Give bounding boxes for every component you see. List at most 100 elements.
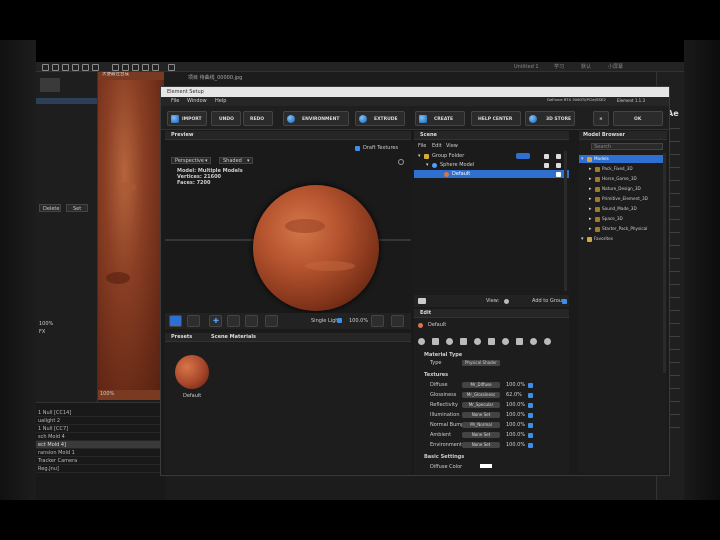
drop-tab-icon[interactable] xyxy=(502,338,509,345)
project-fx[interactable]: FX xyxy=(39,330,45,335)
uv-tab-icon[interactable] xyxy=(446,338,453,345)
add-to-group-label[interactable]: Add to Group xyxy=(532,299,565,304)
texture-row[interactable]: Environment None Set 100.0% xyxy=(414,441,564,449)
material-swatch[interactable] xyxy=(175,355,209,389)
add-to-group-checkbox[interactable] xyxy=(562,298,567,304)
help-center-button[interactable]: HELP CENTER xyxy=(471,111,521,126)
redo-button[interactable]: REDO xyxy=(243,111,273,126)
texture-enabled-checkbox[interactable] xyxy=(528,412,533,418)
environment-button[interactable]: ENVIRONMENT xyxy=(283,111,349,126)
model-tree-item[interactable]: ▸ Sound_Made_3D xyxy=(579,205,663,213)
model-tree-item[interactable]: ▾ Models xyxy=(579,155,663,163)
brush-tool-icon[interactable] xyxy=(132,63,139,71)
workspace-default[interactable]: 默认 xyxy=(581,65,591,70)
texture-enabled-checkbox[interactable] xyxy=(528,402,533,408)
stamp-tool-icon[interactable] xyxy=(142,63,149,71)
scene-menu-view[interactable]: View xyxy=(446,144,458,149)
delete-button[interactable]: Delete xyxy=(39,204,61,212)
selection-tool-icon[interactable] xyxy=(42,63,49,71)
close-button[interactable]: × xyxy=(593,111,609,126)
scene-menu-file[interactable]: File xyxy=(418,144,426,149)
ok-button[interactable]: OK xyxy=(613,111,663,126)
lock-icon[interactable] xyxy=(556,153,561,159)
texture-map-slot[interactable]: None Set xyxy=(462,442,500,448)
draft-textures-checkbox[interactable] xyxy=(355,146,360,151)
render-icon[interactable] xyxy=(391,315,404,327)
texture-map-slot[interactable]: None Set xyxy=(462,432,500,438)
reset-view-icon[interactable] xyxy=(398,159,404,165)
type-dropdown[interactable]: Physical Shader xyxy=(462,360,500,366)
textures-section[interactable]: Textures xyxy=(424,373,448,378)
texture-row[interactable]: Diffuse Mr_Diffuse 100.0% xyxy=(414,381,564,389)
model-tree-item[interactable]: ▸ Primitive_Element_3D xyxy=(579,195,663,203)
set-button[interactable]: Set xyxy=(66,204,88,212)
workspace-small[interactable]: 小屏幕 xyxy=(608,65,623,70)
view-toggle-icon[interactable] xyxy=(504,298,509,304)
window-titlebar[interactable]: Element Setup xyxy=(161,87,669,97)
texture-enabled-checkbox[interactable] xyxy=(528,382,533,388)
presets-tab[interactable]: Presets xyxy=(171,335,192,340)
camera-tool-icon[interactable] xyxy=(82,63,89,71)
file-tab[interactable]: 项目 待曲线_00000.jpg xyxy=(188,76,242,81)
planet-sphere[interactable] xyxy=(253,185,379,311)
timeline-row-selected[interactable]: ect Mold 4] xyxy=(36,441,164,449)
material-type-section[interactable]: Material Type xyxy=(424,353,462,358)
texture-strength[interactable]: 100.0% xyxy=(506,433,525,438)
basic-settings-section[interactable]: Basic Settings xyxy=(424,455,464,460)
texture-strength[interactable]: 100.0% xyxy=(506,403,525,408)
puppet-tool-icon[interactable] xyxy=(168,63,175,71)
view-mode-dropdown[interactable]: Perspective ▾ xyxy=(171,157,211,164)
pivot-mode-icon[interactable] xyxy=(265,315,278,327)
timeline-row[interactable]: ransion Mold 1 xyxy=(36,449,164,457)
rotate-mode-icon[interactable] xyxy=(227,315,240,327)
select-mode-icon[interactable] xyxy=(187,315,200,327)
texture-row[interactable]: Normal Bump Mr_Normal 100.0% xyxy=(414,421,564,429)
scene-item-sphere[interactable]: ▾ Sphere Model xyxy=(414,161,569,169)
material-tab-icon[interactable] xyxy=(418,338,425,345)
texture-map-slot[interactable]: Mr_Normal xyxy=(462,422,500,428)
model-tree-item[interactable]: ▸ Starter_Pack_Physical xyxy=(579,225,663,233)
timeline-row[interactable]: ualight 2 xyxy=(36,417,164,425)
camera-mode-icon[interactable] xyxy=(169,315,182,327)
light-tab-icon[interactable] xyxy=(488,338,495,345)
model-tree-item[interactable]: ▸ Pack_Fixed_3D xyxy=(579,165,663,173)
model-tree-item[interactable]: ▾ Favorites xyxy=(579,235,663,243)
texture-row[interactable]: Glossiness Mr_Glossiness 62.0% xyxy=(414,391,564,399)
text-tool-icon[interactable] xyxy=(122,63,129,71)
rotate-tool-icon[interactable] xyxy=(72,63,79,71)
light-toggle[interactable] xyxy=(337,318,342,323)
texture-strength[interactable]: 100.0% xyxy=(506,383,525,388)
visibility-icon[interactable] xyxy=(556,171,561,177)
info-tab-icon[interactable] xyxy=(474,338,481,345)
model-browser-scrollbar[interactable] xyxy=(663,153,666,373)
model-tree-item[interactable]: ▸ Space_3D xyxy=(579,215,663,223)
menu-help[interactable]: Help xyxy=(215,99,226,104)
texture-enabled-checkbox[interactable] xyxy=(528,392,533,398)
scene-materials-tab[interactable]: Scene Materials xyxy=(211,335,256,340)
zoom-tool-icon[interactable] xyxy=(62,63,69,71)
model-tree-item[interactable]: ▸ Nature_Design_3D xyxy=(579,185,663,193)
scene-scrollbar[interactable] xyxy=(564,151,567,291)
timeline-row[interactable]: sch Mold 4 xyxy=(36,433,164,441)
menu-file[interactable]: File xyxy=(171,99,179,104)
comp-tab[interactable]: 大便最佳合成 xyxy=(102,72,129,78)
camera-icon[interactable] xyxy=(418,298,426,304)
undo-button[interactable]: UNDO xyxy=(211,111,241,126)
timeline-row[interactable]: Reg.Jnu] xyxy=(36,465,164,473)
texture-strength[interactable]: 62.0% xyxy=(506,393,522,398)
settings-tab-icon[interactable] xyxy=(544,338,551,345)
shade-mode-dropdown[interactable]: Shaded ▾ xyxy=(219,157,253,164)
extrude-button[interactable]: EXTRUDE xyxy=(355,111,405,126)
eraser-tool-icon[interactable] xyxy=(152,63,159,71)
lock-icon[interactable] xyxy=(556,162,561,168)
texture-map-slot[interactable]: Mr_Diffuse xyxy=(462,382,500,388)
scene-item-default-material[interactable]: Default xyxy=(414,170,569,178)
comp-zoom[interactable]: 100% xyxy=(100,392,114,397)
texture-enabled-checkbox[interactable] xyxy=(528,422,533,428)
project-selected-row[interactable] xyxy=(36,98,97,104)
fit-view-icon[interactable] xyxy=(371,315,384,327)
timeline-row[interactable]: 1 Null [CC14] xyxy=(36,409,164,417)
project-zoom[interactable]: 100% xyxy=(39,322,53,327)
material-name[interactable]: Default xyxy=(428,323,446,328)
env-tab-icon[interactable] xyxy=(530,338,537,345)
